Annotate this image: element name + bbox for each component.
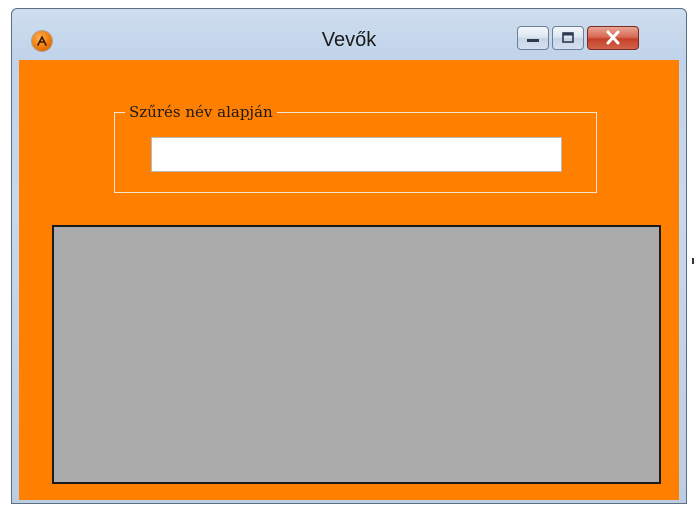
- background-edge-mark: [692, 258, 694, 264]
- customers-window: Vevők Szűrés név alapján: [11, 8, 687, 504]
- title-bar[interactable]: Vevők: [12, 9, 686, 59]
- window-title: Vevők: [321, 29, 377, 51]
- client-area: Szűrés név alapján: [19, 60, 679, 500]
- customers-data-grid[interactable]: [52, 225, 661, 484]
- close-button[interactable]: [587, 26, 639, 50]
- minimize-button[interactable]: [517, 26, 549, 50]
- name-filter-input[interactable]: [151, 137, 562, 172]
- minimize-icon: [527, 39, 539, 42]
- name-filter-group-label: Szűrés név alapján: [125, 103, 277, 121]
- maximize-button[interactable]: [552, 26, 584, 50]
- maximize-icon: [562, 32, 574, 43]
- close-icon: [606, 30, 620, 45]
